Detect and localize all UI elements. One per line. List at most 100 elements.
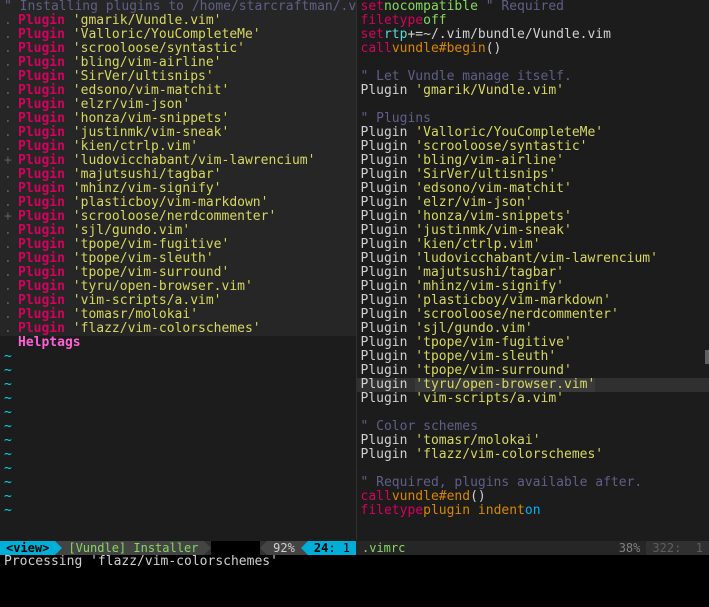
plugin-row: .Plugin 'bling/vim-airline' [0,56,356,70]
plugin-name: 'SirVer/ultisnips' [415,168,556,182]
plugin-name: 'Valloric/YouCompleteMe' [415,126,603,140]
plugin-name: 'edsono/vim-matchit' [65,84,229,98]
gutter-mark: . [4,224,18,238]
plugin-name: 'sjl/gundo.vim' [65,224,190,238]
plugin-name: 'tpope/vim-sleuth' [415,350,556,364]
plugin-line: Plugin 'tyru/open-browser.vim' [357,378,709,392]
position-segment: 24: 1 [308,541,356,555]
plugin-keyword: Plugin [18,322,65,336]
plugin-row: .Plugin 'tpope/vim-sleuth' [0,252,356,266]
tilde-icon: ~ [4,364,12,378]
plugin-row: .Plugin 'edsono/vim-matchit' [0,84,356,98]
plugin-line: Plugin 'sjl/gundo.vim' [357,322,709,336]
empty-line: ~ [0,490,356,504]
mode-segment: <view> [0,541,55,555]
vundle-installer-pane[interactable]: " Installing plugins to /home/starcraftm… [0,0,356,541]
plugin-name: 'gmarik/Vundle.vim' [65,14,222,28]
plugin-name: 'tomasr/molokai' [65,308,198,322]
plugin-name: 'elzr/vim-json' [415,196,532,210]
tilde-icon: ~ [4,434,12,448]
code-line [357,462,709,476]
plugin-keyword: Plugin [18,280,65,294]
plugin-keyword: Plugin [18,266,65,280]
plugin-line: Plugin 'scrooloose/syntastic' [357,140,709,154]
plugin-row: +Plugin 'ludovicchabant/vim-lawrencium' [0,154,356,168]
plugin-line: Plugin 'plasticboy/vim-markdown' [357,294,709,308]
plugin-keyword: Plugin [18,14,65,28]
tilde-icon: ~ [4,490,12,504]
plugin-name: 'edsono/vim-matchit' [415,182,572,196]
empty-line: ~ [0,504,356,518]
tilde-icon: ~ [4,448,12,462]
code-line [357,56,709,70]
plugin-line: Plugin 'majutsushi/tagbar' [357,266,709,280]
tilde-icon: ~ [4,350,12,364]
code-line: filetype off [357,14,709,28]
plugin-name: 'honza/vim-snippets' [415,210,572,224]
percent-segment: 92% [267,541,301,555]
plugin-name: 'scrooloose/nerdcommenter' [415,308,619,322]
plugin-name: 'flazz/vim-colorschemes' [415,448,603,462]
command-line[interactable]: Processing 'flazz/vim-colorschemes' [0,555,709,607]
plugin-name: 'SirVer/ultisnips' [65,70,214,84]
gutter-mark: . [4,196,18,210]
gutter-mark: . [4,280,18,294]
plugin-keyword: Plugin [18,70,65,84]
gutter-mark: . [4,126,18,140]
gutter-mark: + [4,210,18,224]
plugin-line: Plugin 'tpope/vim-fugitive' [357,336,709,350]
plugin-name: 'majutsushi/tagbar' [65,168,222,182]
plugin-name: 'Valloric/YouCompleteMe' [65,28,261,42]
plugin-keyword: Plugin [18,252,65,266]
gutter-mark: . [4,56,18,70]
code-line: call vundle#end() [357,490,709,504]
gutter-mark: . [4,308,18,322]
plugin-row: .Plugin 'tpope/vim-fugitive' [0,238,356,252]
vimrc-pane[interactable]: set nocompatible " Requiredfiletype offs… [357,0,709,541]
powerline-sep-icon [260,541,267,555]
plugin-row: .Plugin 'SirVer/ultisnips' [0,70,356,84]
plugin-line: Plugin 'justinmk/vim-sneak' [357,224,709,238]
plugin-name: 'tpope/vim-sleuth' [65,252,214,266]
plugin-keyword: Plugin [18,56,65,70]
tilde-icon: ~ [4,392,12,406]
plugin-keyword: Plugin [18,84,65,98]
gutter-mark: . [4,168,18,182]
plugin-row: .Plugin 'plasticboy/vim-markdown' [0,196,356,210]
empty-line: ~ [0,364,356,378]
plugin-line: Plugin 'kien/ctrlp.vim' [357,238,709,252]
gutter-mark: . [4,42,18,56]
tilde-icon: ~ [4,406,12,420]
plugin-name: 'plasticboy/vim-markdown' [415,294,611,308]
gutter-mark: . [4,112,18,126]
empty-line: ~ [0,350,356,364]
gutter-mark: . [4,266,18,280]
plugin-line: Plugin 'mhinz/vim-signify' [357,280,709,294]
plugin-name: 'flazz/vim-colorschemes' [65,322,261,336]
file-segment: [Vundle] Installer [62,541,204,555]
tilde-icon: ~ [4,476,12,490]
plugin-row: .Plugin 'honza/vim-snippets' [0,112,356,126]
plugin-line: Plugin 'gmarik/Vundle.vim' [357,84,709,98]
scrollbar-thumb[interactable] [705,350,709,364]
empty-line: ~ [0,378,356,392]
plugin-name: 'tpope/vim-fugitive' [65,238,229,252]
gutter-mark: . [4,98,18,112]
code-line: filetype plugin indent on [357,504,709,518]
plugin-name: 'sjl/gundo.vim' [415,322,532,336]
tilde-icon: ~ [4,462,12,476]
plugin-name: 'majutsushi/tagbar' [415,266,564,280]
empty-line: ~ [0,434,356,448]
plugin-name: 'bling/vim-airline' [65,56,222,70]
plugin-row: .Plugin 'kien/ctrlp.vim' [0,140,356,154]
plugin-keyword: Plugin [18,224,65,238]
tilde-icon: ~ [4,420,12,434]
plugin-name: 'scrooloose/syntastic' [65,42,245,56]
plugin-keyword: Plugin [18,140,65,154]
helptags-label: Helptags [18,336,81,350]
empty-line: ~ [0,448,356,462]
plugin-name: 'mhinz/vim-signify' [65,182,222,196]
plugin-keyword: Plugin [18,168,65,182]
statusline-row: <view> [Vundle] Installer 92% 24: 1 .vim… [0,541,709,555]
empty-line: ~ [0,420,356,434]
